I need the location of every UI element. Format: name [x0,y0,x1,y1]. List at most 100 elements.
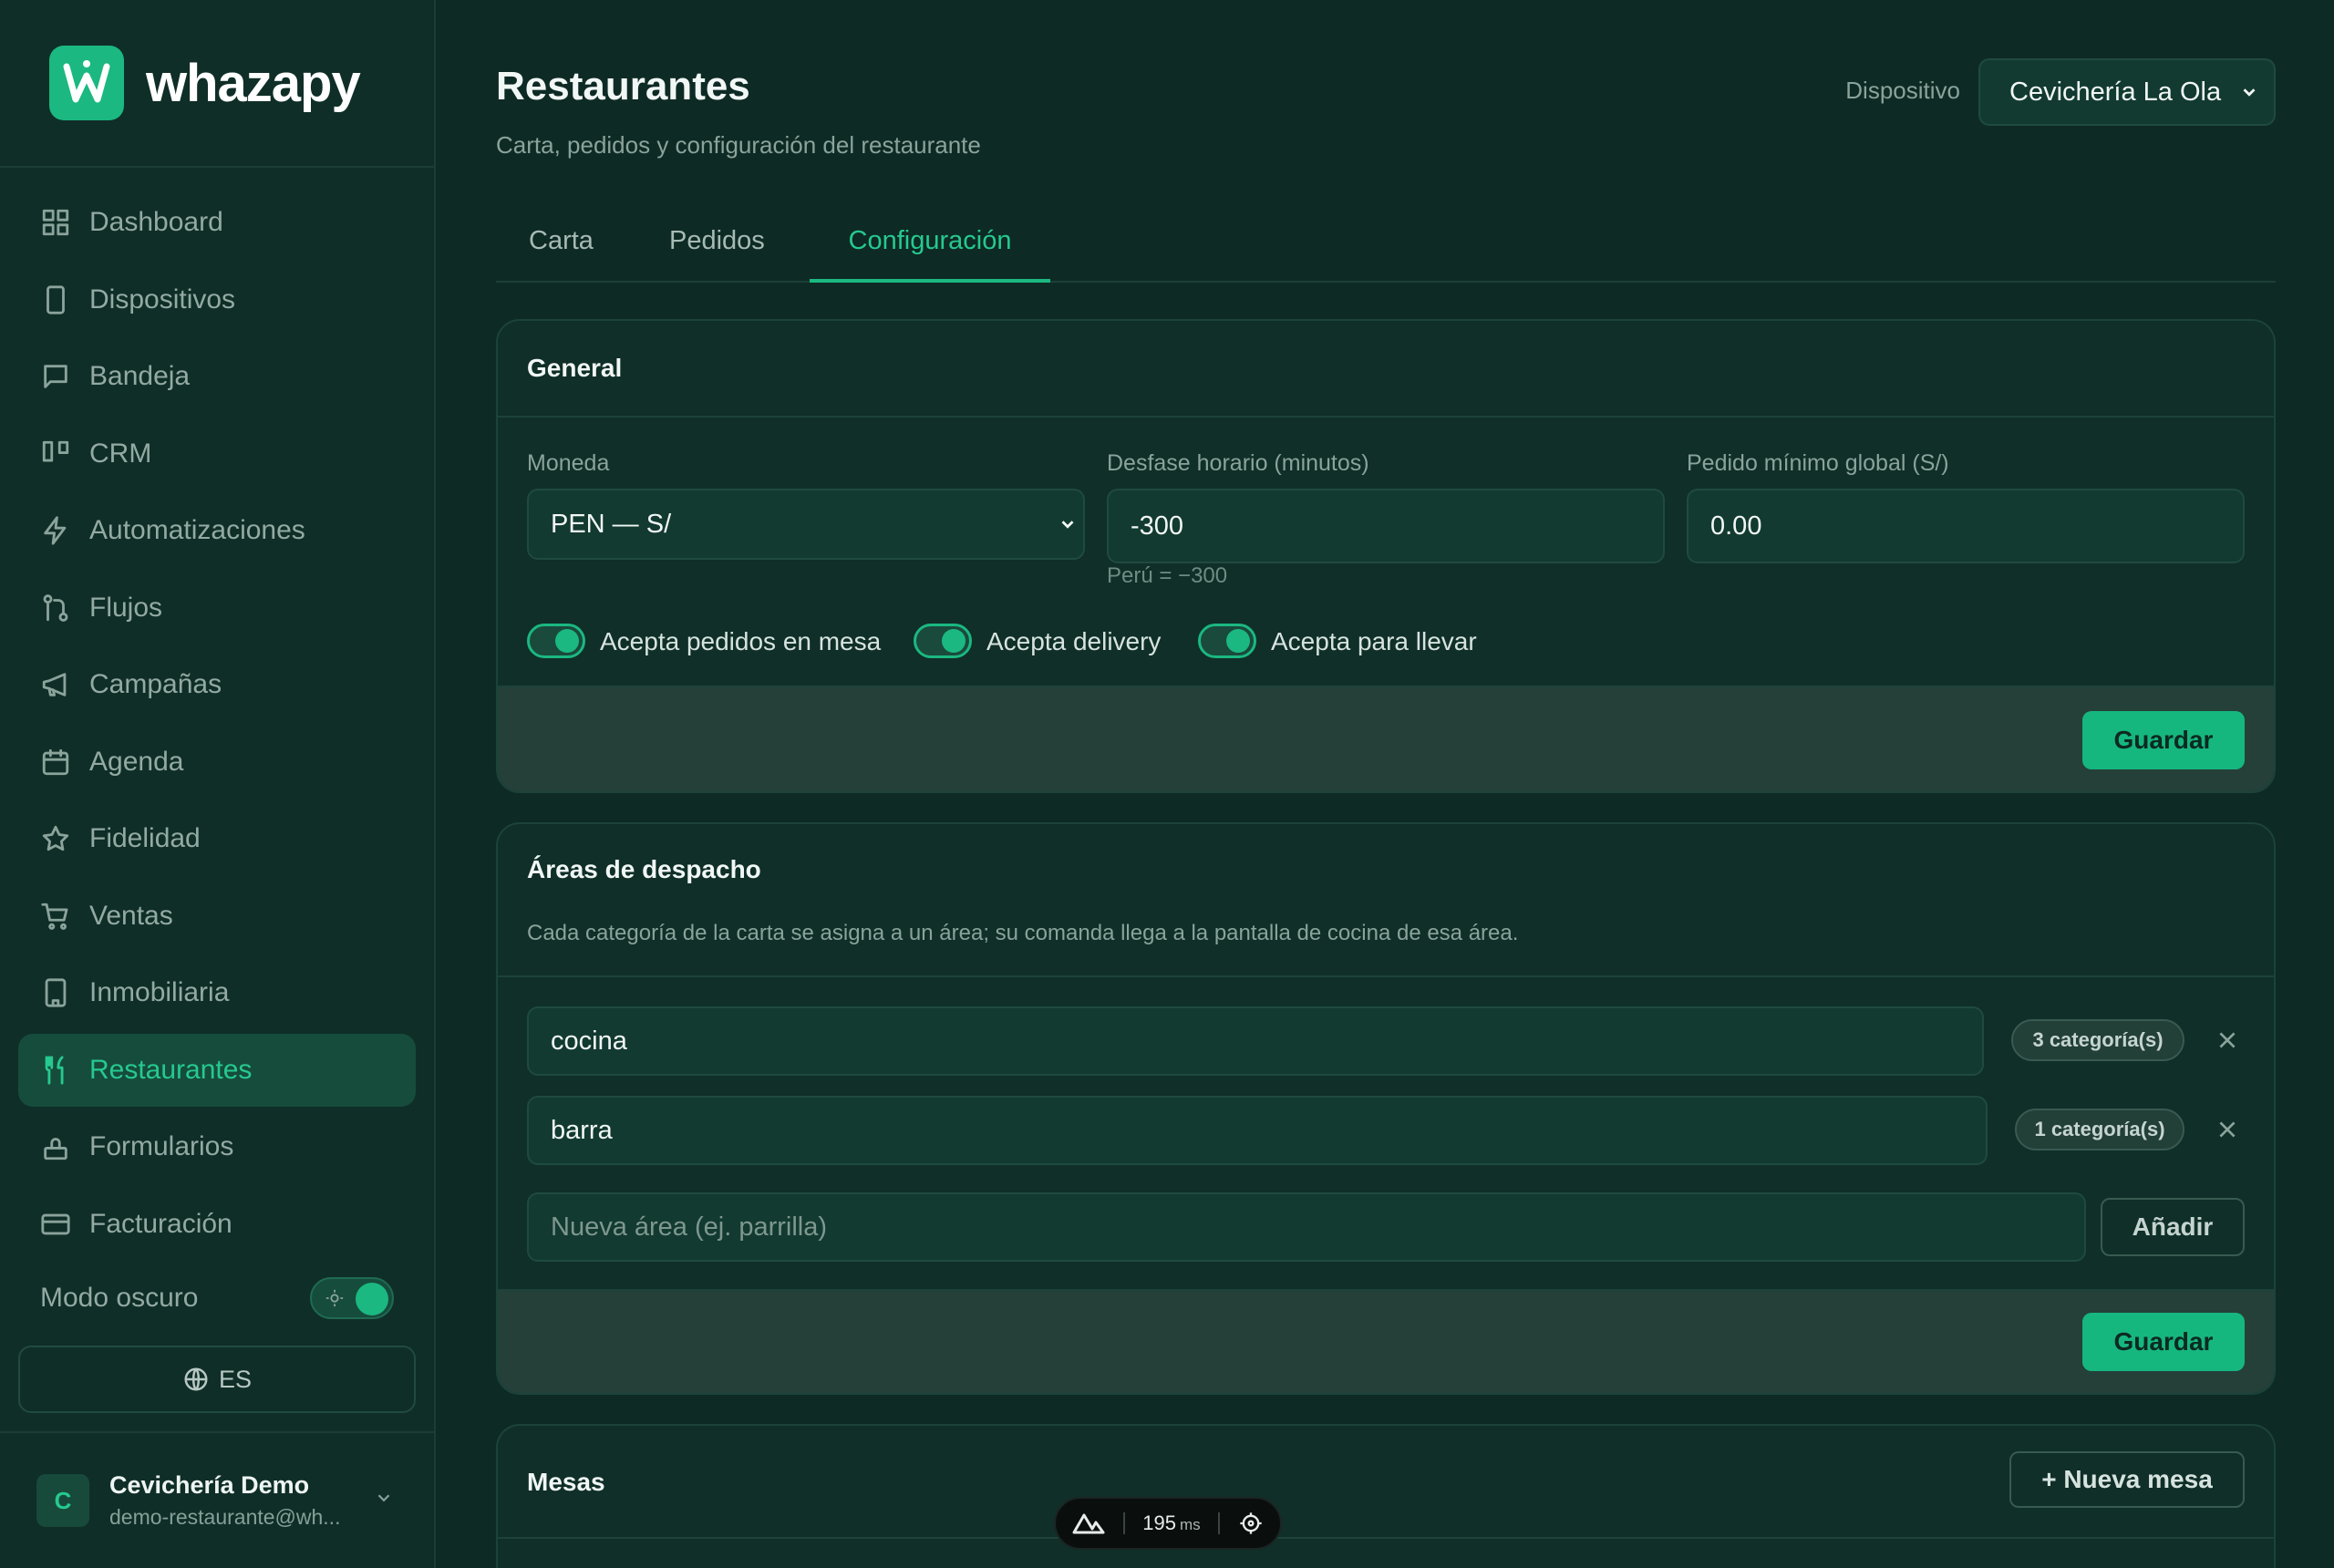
sidebar-item-label: Restaurantes [89,1054,253,1085]
sidebar: whazapy Dashboard Dispositivos Bandeja C… [0,0,436,1568]
inbox-icon [44,365,67,388]
cart-icon [41,903,68,930]
chevron-down-icon[interactable] [374,1488,394,1508]
divider [498,975,2274,977]
category-count-badge: 1 categoría(s) [2015,1109,2184,1150]
sidebar-item-label: Agenda [89,746,184,777]
area-name: cocina [551,1026,627,1056]
area-input-cocina[interactable]: cocina [527,1006,1984,1076]
tab-carta[interactable]: Carta [529,210,594,283]
sidebar-nav: Dashboard Dispositivos Bandeja CRM Autom… [18,186,416,1264]
area-input-barra[interactable]: barra [527,1096,1988,1165]
divider [1122,1512,1125,1534]
sidebar-item-dashboard[interactable]: Dashboard [18,186,416,259]
general-card: General Moneda PEN — S/ Desfase horario … [496,319,2276,793]
page-subtitle: Carta, pedidos y configuración del resta… [496,131,981,159]
toggle-mesa-label: Acepta pedidos en mesa [600,627,882,655]
sun-icon [325,1289,344,1307]
sidebar-item-agenda[interactable]: Agenda [18,726,416,799]
toggle-knob [1226,629,1250,653]
min-order-input[interactable]: 0.00 [1687,489,2245,563]
min-order-label: Pedido mínimo global (S/) [1687,450,1949,476]
sidebar-item-automatizaciones[interactable]: Automatizaciones [18,494,416,567]
sidebar-item-campanas[interactable]: Campañas [18,648,416,721]
sidebar-item-formularios[interactable]: Formularios [18,1110,416,1183]
sidebar-item-inmobiliaria[interactable]: Inmobiliaria [18,956,416,1029]
sidebar-item-label: Fidelidad [89,823,201,853]
whatsapp-logo-icon [49,46,124,120]
sidebar-item-fidelidad[interactable]: Fidelidad [18,802,416,875]
user-menu[interactable]: C Cevichería Demo demo-restaurante@wh... [0,1431,434,1568]
device-select[interactable]: Cevichería La Ola [1978,58,2276,126]
sidebar-item-label: Dispositivos [89,284,236,315]
toggle-mesa[interactable] [527,624,585,658]
min-order-value: 0.00 [1710,511,1762,541]
sidebar-item-dispositivos[interactable]: Dispositivos [18,263,416,336]
sidebar-item-flujos[interactable]: Flujos [18,572,416,645]
offset-hint: Perú = −300 [1107,563,1228,588]
new-table-button[interactable]: + Nueva mesa [2009,1451,2245,1508]
sidebar-item-label: Campañas [89,669,222,699]
sidebar-item-bandeja[interactable]: Bandeja [18,340,416,413]
general-title: General [527,354,623,382]
tab-label: Carta [529,226,594,255]
toggle-knob [356,1283,388,1315]
perf-unit: ms [1180,1516,1201,1533]
offset-value: -300 [1131,511,1184,541]
currency-label: Moneda [527,450,610,476]
device-label: Dispositivo [1845,77,1960,104]
avatar: C [36,1474,89,1527]
save-areas-button[interactable]: Guardar [2082,1313,2245,1371]
flow-icon [43,593,68,622]
user-email: demo-restaurante@wh... [109,1505,341,1529]
sidebar-item-label: Flujos [89,592,163,623]
utensils-icon [45,1055,64,1085]
currency-value: PEN — S/ [551,509,672,539]
sidebar-item-label: Inmobiliaria [89,977,230,1007]
toggle-llevar[interactable] [1198,624,1256,658]
calendar-icon [42,748,69,775]
device-select-value: Cevichería La Ola [2009,77,2222,107]
new-area-input[interactable]: Nueva área (ej. parrilla) [527,1192,2086,1262]
crosshair-icon[interactable] [1238,1511,1264,1536]
tab-pedidos[interactable]: Pedidos [669,210,765,283]
category-count-badge: 3 categoría(s) [2011,1019,2184,1061]
area-name: barra [551,1115,613,1145]
offset-input[interactable]: -300 [1107,489,1665,563]
add-area-button[interactable]: Añadir [2101,1198,2245,1256]
tab-label: Pedidos [669,226,765,255]
tab-bar: Carta Pedidos Configuración [496,210,2276,283]
perf-readout: 195 ms [1142,1511,1200,1535]
form-icon [44,1138,67,1161]
sidebar-item-label: CRM [89,438,152,469]
divider [498,1537,2274,1539]
main-content: Restaurantes Carta, pedidos y configurac… [436,0,2334,1568]
toggle-knob [942,629,966,653]
dark-mode-toggle[interactable] [310,1277,394,1319]
globe-icon [184,1367,208,1391]
logo[interactable]: whazapy [0,0,434,168]
sidebar-item-restaurantes[interactable]: Restaurantes [18,1033,416,1107]
toggle-delivery[interactable] [914,624,972,658]
megaphone-icon [42,673,67,696]
sidebar-item-ventas[interactable]: Ventas [18,880,416,953]
mesas-card: Mesas + Nueva mesa [496,1424,2276,1568]
devtools-perf-badge[interactable]: 195 ms [1054,1497,1282,1550]
areas-card: Áreas de despacho Cada categoría de la c… [496,822,2276,1395]
save-general-button[interactable]: Guardar [2082,711,2245,769]
divider [498,416,2274,418]
areas-title: Áreas de despacho [527,855,761,883]
close-icon[interactable] [2215,1118,2239,1141]
sidebar-item-label: Formularios [89,1131,234,1161]
sidebar-item-crm[interactable]: CRM [18,418,416,490]
language-button[interactable]: ES [18,1346,416,1413]
tab-configuracion[interactable]: Configuración [810,210,1050,283]
close-icon[interactable] [2215,1028,2239,1052]
kanban-icon [42,440,69,461]
offset-label: Desfase horario (minutos) [1107,450,1369,476]
toggle-delivery-label: Acepta delivery [986,627,1162,655]
language-label: ES [218,1365,253,1393]
sidebar-item-facturacion[interactable]: Facturación [18,1188,416,1261]
currency-select[interactable]: PEN — S/ [527,489,1085,560]
device-icon [46,284,65,315]
